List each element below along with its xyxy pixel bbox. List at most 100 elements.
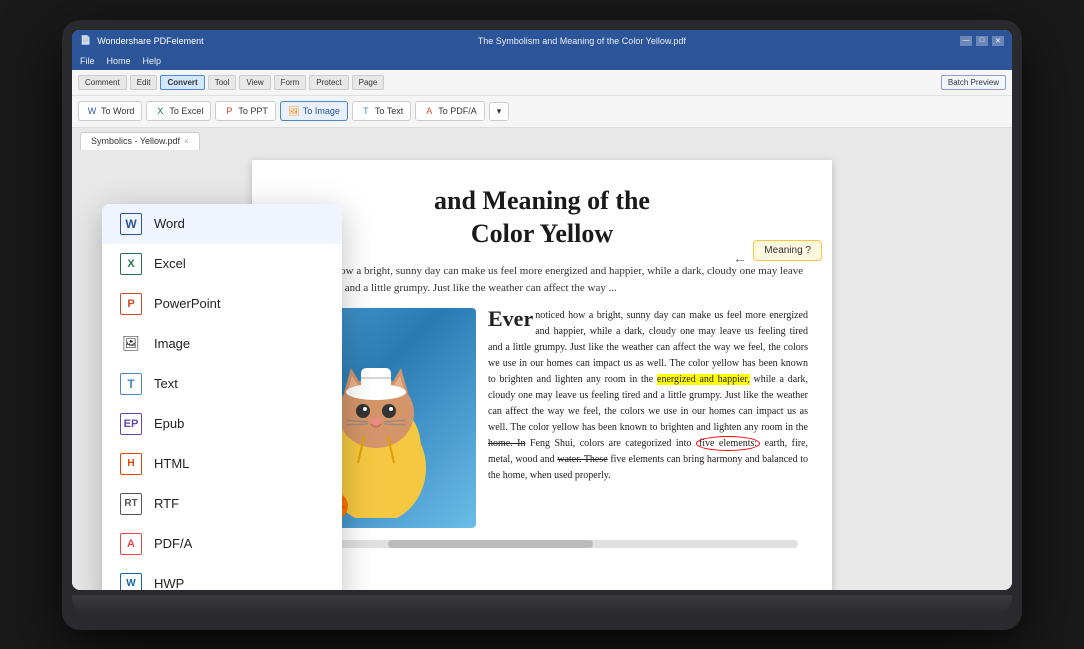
meaning-arrow-icon: ← [733, 252, 747, 268]
menu-file[interactable]: File [80, 56, 95, 66]
dropdown-excel-item[interactable]: X Excel [102, 244, 342, 284]
tab-bar: Symbolics - Yellow.pdf × [72, 128, 1012, 150]
dropdown-hwp-label: HWP [154, 576, 184, 590]
meaning-label: Meaning ? [764, 245, 811, 256]
to-pdfa-label: To PDF/A [438, 106, 477, 116]
more-icon: ▾ [497, 106, 502, 117]
to-excel-label: To Excel [169, 106, 203, 116]
dropdown-epub-label: Epub [154, 416, 184, 431]
window-controls: — □ ✕ [960, 36, 1004, 46]
app-name: Wondershare PDFelement [97, 36, 203, 46]
document-body: Ever noticed how a bright, sunny day can… [276, 308, 808, 528]
title-bar: 📄 Wondershare PDFelement The Symbolism a… [72, 30, 1012, 52]
maximize-button[interactable]: □ [976, 36, 988, 46]
dropdown-word-icon: W [120, 213, 142, 235]
to-image-label: To Image [303, 106, 340, 116]
protect-tab[interactable]: Protect [309, 75, 348, 90]
highlighted-phrase: energized and happier, [657, 374, 750, 385]
ever-dropcap: Ever [488, 308, 533, 330]
document-title: and Meaning of the Color Yellow [276, 184, 808, 252]
view-tab[interactable]: View [239, 75, 270, 90]
laptop-base [72, 595, 1012, 615]
image-icon: 🖼 [288, 105, 300, 117]
to-ppt-button[interactable]: P To PPT [215, 101, 276, 121]
dropdown-word-item[interactable]: W Word [102, 204, 342, 244]
dropdown-rtf-label: RTF [154, 496, 179, 511]
circled-text: five elements: [696, 436, 760, 451]
dropdown-text-item[interactable]: T Text [102, 364, 342, 404]
dropdown-pdfa-label: PDF/A [154, 536, 192, 551]
to-excel-button[interactable]: X To Excel [146, 101, 211, 121]
dropdown-hwp-item[interactable]: W HWP [102, 564, 342, 590]
ppt-icon: P [223, 105, 235, 117]
to-ppt-label: To PPT [238, 106, 268, 116]
intro-text: Ever noticed how a bright, sunny day can… [276, 265, 803, 294]
pdfa-icon: A [423, 105, 435, 117]
app-logo: 📄 [80, 35, 91, 46]
dropdown-word-label: Word [154, 216, 185, 231]
menu-home[interactable]: Home [107, 56, 131, 66]
dropdown-image-label: Image [154, 336, 190, 351]
dropdown-text-label: Text [154, 376, 178, 391]
batch-preview-button[interactable]: Batch Preview [941, 75, 1006, 90]
to-text-button[interactable]: T To Text [352, 101, 411, 121]
to-pdfa-button[interactable]: A To PDF/A [415, 101, 485, 121]
window-title: The Symbolism and Meaning of the Color Y… [478, 36, 686, 46]
document-tab[interactable]: Symbolics - Yellow.pdf × [80, 132, 200, 150]
text-icon: T [360, 105, 372, 117]
form-tab[interactable]: Form [274, 75, 307, 90]
page-tab[interactable]: Page [352, 75, 385, 90]
dropdown-ppt-icon: P [120, 293, 142, 315]
main-content: and Meaning of the Color Yellow Ever not… [72, 150, 1012, 590]
comment-tab[interactable]: Comment [78, 75, 127, 90]
convert-dropdown-menu: W Word X Excel P PowerPoint 🖼 Image [102, 204, 342, 590]
dropdown-html-item[interactable]: H HTML [102, 444, 342, 484]
edit-tab[interactable]: Edit [130, 75, 158, 90]
dropdown-html-label: HTML [154, 456, 189, 471]
laptop-frame: 📄 Wondershare PDFelement The Symbolism a… [62, 20, 1022, 630]
title-bar-left: 📄 Wondershare PDFelement [80, 35, 204, 46]
word-icon: W [86, 105, 98, 117]
document-text-column: Ever noticed how a bright, sunny day can… [488, 308, 808, 528]
top-toolbar: Comment Edit Convert Tool View Form Prot… [72, 70, 1012, 96]
dropdown-excel-label: Excel [154, 256, 186, 271]
tab-label: Symbolics - Yellow.pdf [91, 136, 180, 146]
body-feng-shui: Feng Shui, colors are categorized into [526, 438, 696, 449]
convert-tab[interactable]: Convert [160, 75, 204, 90]
scrollbar-thumb [388, 540, 593, 548]
laptop-screen: 📄 Wondershare PDFelement The Symbolism a… [72, 30, 1012, 590]
close-button[interactable]: ✕ [992, 36, 1004, 46]
dropdown-rtf-icon: RT [120, 493, 142, 515]
title-line1: and Meaning of the [434, 186, 650, 215]
convert-toolbar: W To Word X To Excel P To PPT 🖼 To Image… [72, 96, 1012, 128]
dropdown-epub-item[interactable]: EP Epub [102, 404, 342, 444]
app-window: 📄 Wondershare PDFelement The Symbolism a… [72, 30, 1012, 590]
minimize-button[interactable]: — [960, 36, 972, 46]
dropdown-ppt-item[interactable]: P PowerPoint [102, 284, 342, 324]
horizontal-scrollbar[interactable] [286, 540, 798, 548]
excel-icon: X [154, 105, 166, 117]
strikethrough-text: home. In [488, 438, 526, 449]
dropdown-ppt-label: PowerPoint [154, 296, 220, 311]
dropdown-excel-icon: X [120, 253, 142, 275]
to-word-label: To Word [101, 106, 134, 116]
tab-close-button[interactable]: × [184, 137, 189, 146]
tool-tab[interactable]: Tool [208, 75, 237, 90]
document-intro: Ever noticed how a bright, sunny day can… [276, 263, 808, 296]
dropdown-html-icon: H [120, 453, 142, 475]
to-word-button[interactable]: W To Word [78, 101, 142, 121]
title-line2: Color Yellow [471, 219, 613, 248]
water-strikethrough: water. These [557, 454, 607, 465]
more-convert-button[interactable]: ▾ [489, 102, 510, 121]
to-image-button[interactable]: 🖼 To Image [280, 101, 348, 121]
dropdown-epub-icon: EP [120, 413, 142, 435]
to-text-label: To Text [375, 106, 403, 116]
dropdown-text-icon: T [120, 373, 142, 395]
dropdown-rtf-item[interactable]: RT RTF [102, 484, 342, 524]
dropdown-pdfa-item[interactable]: A PDF/A [102, 524, 342, 564]
dropdown-hwp-icon: W [120, 573, 142, 590]
meaning-bubble: Meaning ? [753, 240, 822, 261]
dropdown-image-item[interactable]: 🖼 Image [102, 324, 342, 364]
dropdown-image-icon: 🖼 [120, 333, 142, 355]
menu-help[interactable]: Help [143, 56, 162, 66]
